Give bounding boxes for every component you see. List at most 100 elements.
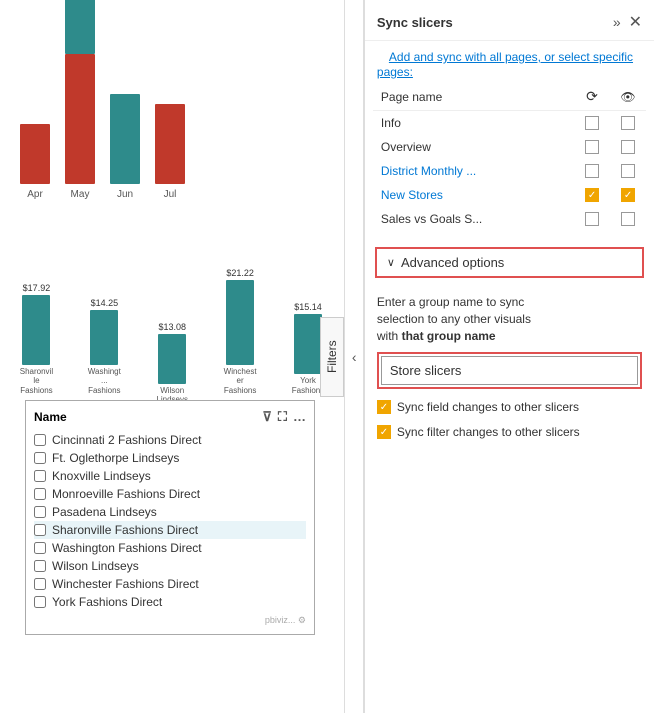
page-visible-overview[interactable] xyxy=(610,135,646,159)
page-row-newstores: New Stores ✓ ✓ xyxy=(373,183,646,207)
bar-group-apr: Apr xyxy=(20,124,50,200)
visible-col-header: 👁 xyxy=(610,83,646,111)
slicer-item-knoxville[interactable]: Knoxville Lindseys xyxy=(34,467,306,485)
page-name-district: District Monthly ... xyxy=(373,159,574,183)
panel-header: Sync slicers » ✕ xyxy=(365,0,654,41)
more-icon[interactable]: … xyxy=(293,409,306,425)
page-sync-district[interactable] xyxy=(574,159,610,183)
slicer-footer: pbiviz... ⚙ xyxy=(34,615,306,626)
bar-chart: Apr May Jun Jul xyxy=(15,10,329,210)
store-amount-3: $13.08 xyxy=(158,322,186,332)
bar-group-jul: Jul xyxy=(155,104,185,200)
slicer-label-ftoglethorpe: Ft. Oglethorpe Lindseys xyxy=(52,451,179,465)
slicer-cb-washington[interactable] xyxy=(34,542,46,554)
slicer-header-label: Name xyxy=(34,410,67,424)
page-row-overview: Overview xyxy=(373,135,646,159)
page-sync-overview[interactable] xyxy=(574,135,610,159)
slicer-label-monroeville: Monroeville Fashions Direct xyxy=(52,487,200,501)
store-amount-2: $14.25 xyxy=(91,298,119,308)
filters-tab[interactable]: Filters xyxy=(320,317,344,397)
expand-button[interactable]: » xyxy=(613,12,621,32)
slicer-item-winchester[interactable]: Winchester Fashions Direct xyxy=(34,575,306,593)
page-visible-district[interactable] xyxy=(610,159,646,183)
chart-top: Apr May Jun Jul xyxy=(0,0,344,270)
sync-field-checkbox[interactable]: ✓ xyxy=(377,400,391,414)
page-visible-info[interactable] xyxy=(610,111,646,136)
page-sync-newstores[interactable]: ✓ xyxy=(574,183,610,207)
store-bar-4 xyxy=(226,280,254,365)
slicer-item-washington[interactable]: Washington Fashions Direct xyxy=(34,539,306,557)
slicer-item-ftoglethorpe[interactable]: Ft. Oglethorpe Lindseys xyxy=(34,449,306,467)
focus-icon[interactable]: ⛶ xyxy=(278,409,287,425)
bar-label-jul: Jul xyxy=(164,189,177,200)
page-name-col-header: Page name xyxy=(373,83,574,111)
group-name-section: Enter a group name to sync selection to … xyxy=(365,286,654,457)
store-bar-3 xyxy=(158,334,186,384)
sync-filter-option: ✓ Sync filter changes to other slicers xyxy=(377,424,642,441)
page-visible-salesvsgoals[interactable] xyxy=(610,207,646,231)
advanced-options-header: ∨ Advanced options xyxy=(387,255,632,270)
close-button[interactable]: ✕ xyxy=(629,12,642,32)
bar-jul-red xyxy=(155,104,185,184)
sync-col-header: ⟳ xyxy=(574,83,610,111)
store-bars: $17.92 Sharonville Fashions ... $14.25 W… xyxy=(5,285,339,405)
store-amount-4: $21.22 xyxy=(226,268,254,278)
page-visible-newstores[interactable]: ✓ xyxy=(610,183,646,207)
sync-field-label: Sync field changes to other slicers xyxy=(397,399,579,416)
panel-header-buttons: » ✕ xyxy=(613,12,642,32)
slicer-cb-ftoglethorpe[interactable] xyxy=(34,452,46,464)
bar-label-apr: Apr xyxy=(27,189,43,200)
slicer-item-sharonville[interactable]: Sharonville Fashions Direct xyxy=(34,521,306,539)
slicer-label-pasadena: Pasadena Lindseys xyxy=(52,505,157,519)
bar-jun-teal xyxy=(110,94,140,184)
sync-all-link[interactable]: Add and sync with all pages, or select s… xyxy=(377,42,633,83)
store-amount-1: $17.92 xyxy=(23,283,51,293)
slicer-controls: ⊽ ⛶ … xyxy=(262,409,306,425)
slicer-item-pasadena[interactable]: Pasadena Lindseys xyxy=(34,503,306,521)
group-input-wrapper xyxy=(377,352,642,389)
slicer-item-monroeville[interactable]: Monroeville Fashions Direct xyxy=(34,485,306,503)
slicer-cb-sharonville[interactable] xyxy=(34,524,46,536)
advanced-options-section[interactable]: ∨ Advanced options xyxy=(375,247,644,278)
sync-filter-checkbox[interactable]: ✓ xyxy=(377,425,391,439)
slicer-label-knoxville: Knoxville Lindseys xyxy=(52,469,151,483)
store-bar-winchester: $21.22 Winchester Fashions ... xyxy=(209,268,272,405)
page-sync-info[interactable] xyxy=(574,111,610,136)
store-bar-wilson: $13.08 Wilson Lindseys xyxy=(141,322,204,405)
group-description: Enter a group name to sync selection to … xyxy=(377,294,642,344)
page-sync-salesvsgoals[interactable] xyxy=(574,207,610,231)
store-amount-5: $15.14 xyxy=(294,302,322,312)
sync-icon: ⟳ xyxy=(586,88,598,104)
sync-field-option: ✓ Sync field changes to other slicers xyxy=(377,399,642,416)
panel-collapse-btn[interactable]: ‹ xyxy=(344,0,363,713)
store-bar-1 xyxy=(22,295,50,365)
slicer-item-cincinnati2[interactable]: Cincinnati 2 Fashions Direct xyxy=(34,431,306,449)
page-name-salesvsgoals: Sales vs Goals S... xyxy=(373,207,574,231)
filter-icon[interactable]: ⊽ xyxy=(262,409,272,425)
slicer-cb-york[interactable] xyxy=(34,596,46,608)
store-bar-washington: $14.25 Washingt... Fashions ... xyxy=(73,298,136,405)
chart-bottom: $17.92 Sharonville Fashions ... $14.25 W… xyxy=(0,280,344,410)
filters-tab-container: Filters xyxy=(320,0,344,713)
group-name-input[interactable] xyxy=(381,356,638,385)
slicer-item-wilson[interactable]: Wilson Lindseys xyxy=(34,557,306,575)
slicer-cb-winchester[interactable] xyxy=(34,578,46,590)
slicer-cb-monroeville[interactable] xyxy=(34,488,46,500)
slicer-label-cincinnati2: Cincinnati 2 Fashions Direct xyxy=(52,433,201,447)
slicer-cb-cincinnati2[interactable] xyxy=(34,434,46,446)
bar-group-may: May xyxy=(65,54,95,200)
slicer-item-york[interactable]: York Fashions Direct xyxy=(34,593,306,611)
store-bar-sharonville: $17.92 Sharonville Fashions ... xyxy=(5,283,68,405)
panel-title: Sync slicers xyxy=(377,15,453,30)
slicer-cb-knoxville[interactable] xyxy=(34,470,46,482)
bar-group-jun: Jun xyxy=(110,94,140,200)
advanced-options-label: Advanced options xyxy=(401,255,504,270)
slicer-label-wilson: Wilson Lindseys xyxy=(52,559,139,573)
bar-may-red xyxy=(65,54,95,184)
slicer-label-washington: Washington Fashions Direct xyxy=(52,541,202,555)
sync-slicers-panel: Sync slicers » ✕ Add and sync with all p… xyxy=(364,0,654,713)
slicer-cb-wilson[interactable] xyxy=(34,560,46,572)
page-row-district: District Monthly ... xyxy=(373,159,646,183)
slicer-cb-pasadena[interactable] xyxy=(34,506,46,518)
slicer-list: Cincinnati 2 Fashions Direct Ft. Ogletho… xyxy=(34,431,306,611)
